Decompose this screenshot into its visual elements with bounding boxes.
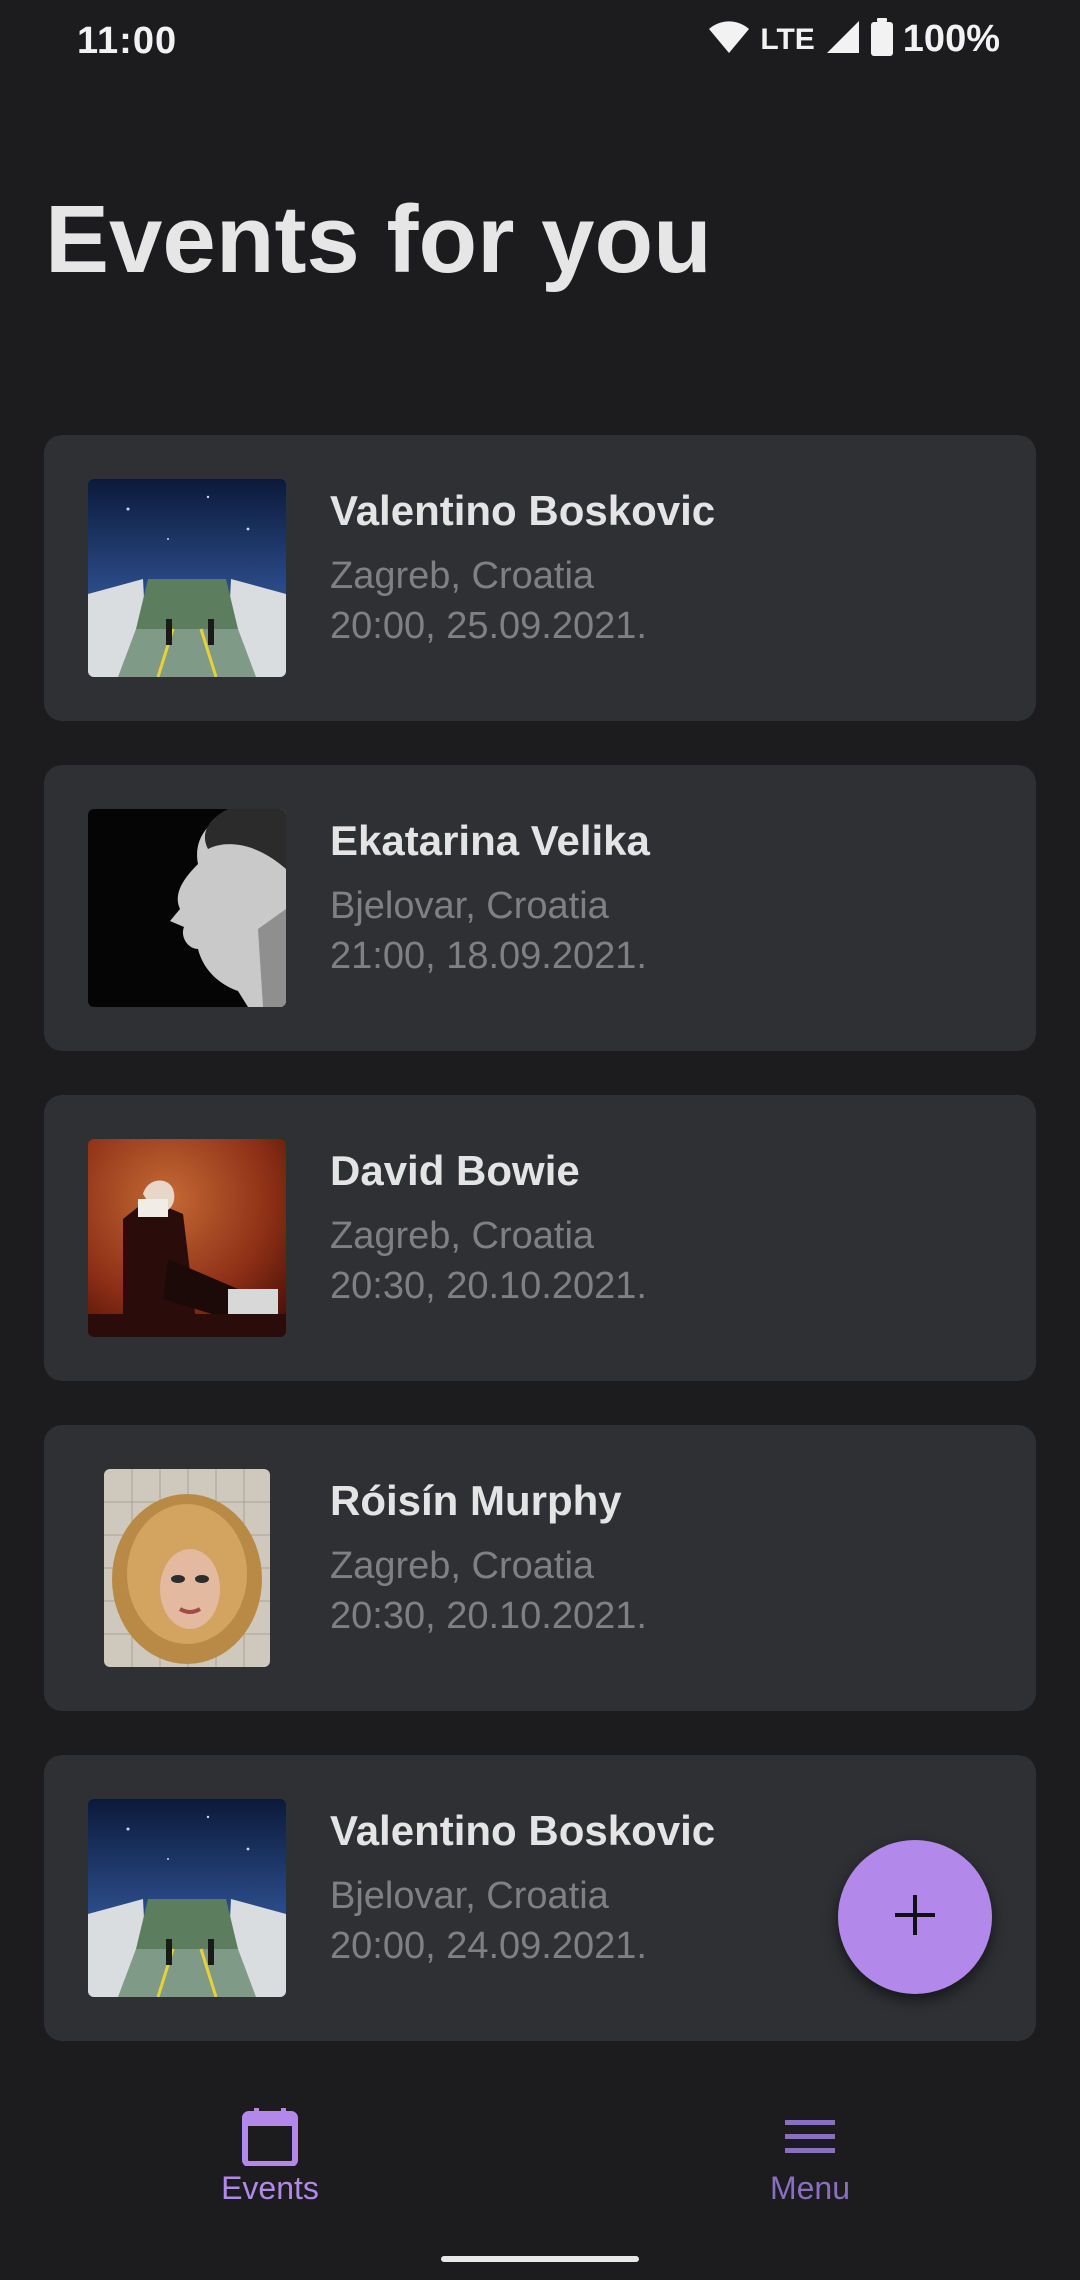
event-datetime: 20:00, 24.09.2021.	[330, 1925, 647, 1967]
event-card[interactable]: David Bowie Zagreb, Croatia 20:30, 20.10…	[44, 1095, 1036, 1381]
status-icons: LTE 100%	[708, 18, 1000, 61]
event-location: Zagreb, Croatia	[330, 555, 595, 597]
page-title: Events for you	[45, 186, 712, 293]
calendar-icon	[240, 2106, 300, 2167]
add-event-button[interactable]	[838, 1840, 992, 1994]
wifi-icon	[708, 19, 750, 60]
plus-icon	[893, 1893, 937, 1942]
status-time: 11:00	[77, 20, 178, 62]
event-card[interactable]: Ekatarina Velika Bjelovar, Croatia 21:00…	[44, 765, 1036, 1051]
event-name: Ekatarina Velika	[330, 817, 650, 864]
event-datetime: 20:00, 25.09.2021.	[330, 605, 647, 647]
event-name: David Bowie	[330, 1147, 580, 1194]
event-location: Bjelovar, Croatia	[330, 885, 609, 927]
battery-icon	[870, 18, 893, 61]
event-card[interactable]: Róisín Murphy Zagreb, Croatia 20:30, 20.…	[44, 1425, 1036, 1711]
event-name: Valentino Boskovic	[330, 487, 716, 534]
event-thumbnail	[104, 1469, 270, 1667]
nav-label-events: Events	[221, 2170, 319, 2206]
event-name: Róisín Murphy	[330, 1477, 622, 1524]
signal-icon	[825, 19, 861, 60]
nav-item-menu[interactable]: Menu	[540, 2080, 1080, 2230]
event-thumbnail	[88, 809, 286, 1007]
battery-percent: 100%	[902, 18, 1000, 60]
status-bar: 11:00 LTE 100%	[0, 0, 1080, 90]
nav-label-menu: Menu	[769, 2170, 851, 2206]
event-datetime: 20:30, 20.10.2021.	[330, 1265, 647, 1307]
event-location: Bjelovar, Croatia	[330, 1875, 609, 1917]
event-location: Zagreb, Croatia	[330, 1545, 595, 1587]
event-card[interactable]: Valentino Boskovic Zagreb, Croatia 20:00…	[44, 435, 1036, 721]
events-screen: 11:00 LTE 100% Events for you Valentino …	[0, 0, 1080, 2280]
event-thumbnail	[88, 1799, 286, 1997]
menu-icon	[780, 2106, 840, 2166]
event-thumbnail	[88, 479, 286, 677]
network-type: LTE	[760, 22, 815, 56]
event-thumbnail	[88, 1139, 286, 1337]
event-datetime: 21:00, 18.09.2021.	[330, 935, 647, 977]
event-name: Valentino Boskovic	[330, 1807, 716, 1854]
bottom-navigation: Events Menu	[0, 2080, 1080, 2280]
nav-item-events[interactable]: Events	[0, 2080, 540, 2230]
event-datetime: 20:30, 20.10.2021.	[330, 1595, 647, 1637]
home-indicator[interactable]	[441, 2256, 639, 2262]
event-location: Zagreb, Croatia	[330, 1215, 595, 1257]
